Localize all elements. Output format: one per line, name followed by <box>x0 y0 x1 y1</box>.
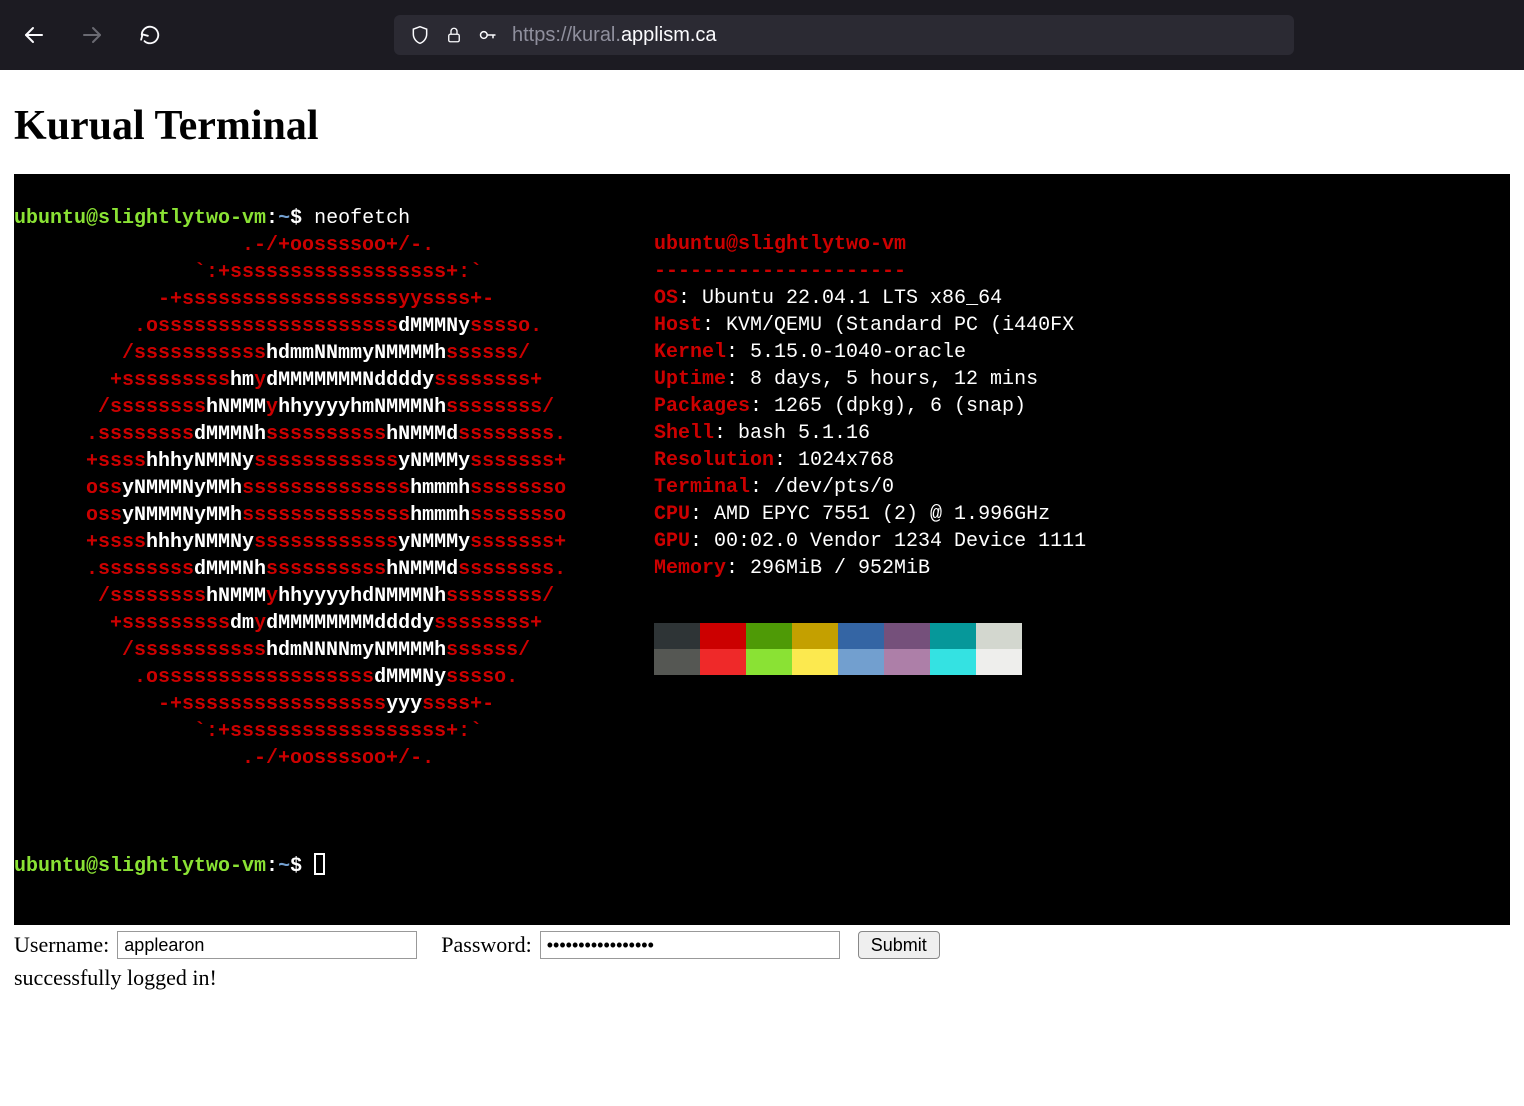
reload-button[interactable] <box>136 21 164 49</box>
info-line: Shell: bash 5.1.16 <box>654 420 1086 447</box>
username-input[interactable] <box>117 931 417 959</box>
color-swatch <box>976 623 1022 649</box>
swatch-column <box>884 623 930 675</box>
color-swatch <box>746 623 792 649</box>
browser-toolbar: https://kural.applism.ca <box>0 0 1524 70</box>
swatch-column <box>792 623 838 675</box>
info-line: Terminal: /dev/pts/0 <box>654 474 1086 501</box>
terminal-output: ubuntu@slightlytwo-vm:~$ neofetch .-/+oo… <box>14 174 1510 925</box>
reload-icon <box>139 24 161 46</box>
password-input[interactable] <box>540 931 840 959</box>
neofetch-info: ubuntu@slightlytwo-vm ------------------… <box>654 204 1086 702</box>
password-label: Password: <box>441 932 531 958</box>
forward-button[interactable] <box>78 21 106 49</box>
color-swatch <box>700 623 746 649</box>
info-line: Resolution: 1024x768 <box>654 447 1086 474</box>
login-status: successfully logged in! <box>14 963 1510 1001</box>
info-title: ubuntu@slightlytwo-vm <box>654 233 906 256</box>
color-swatch <box>884 649 930 675</box>
info-line: Packages: 1265 (dpkg), 6 (snap) <box>654 393 1086 420</box>
back-button[interactable] <box>20 21 48 49</box>
nav-buttons <box>20 21 164 49</box>
username-label: Username: <box>14 932 109 958</box>
swatch-column <box>746 623 792 675</box>
color-swatch <box>654 649 700 675</box>
cursor-icon <box>314 853 325 875</box>
prompt-symbol: $ <box>290 207 314 230</box>
url-text: https://kural.applism.ca <box>512 24 717 47</box>
swatch-column <box>654 623 700 675</box>
terminal-command: neofetch <box>314 207 410 230</box>
swatch-column <box>838 623 884 675</box>
prompt-path: ~ <box>278 207 290 230</box>
prompt-user-host-2: ubuntu@slightlytwo-vm <box>14 855 266 878</box>
info-line: Kernel: 5.15.0-1040-oracle <box>654 339 1086 366</box>
arrow-left-icon <box>22 23 46 47</box>
arrow-right-icon <box>80 23 104 47</box>
url-bar[interactable]: https://kural.applism.ca <box>394 15 1294 55</box>
color-swatch <box>930 623 976 649</box>
login-form: Username: Password: Submit <box>14 925 1510 963</box>
color-swatch <box>792 649 838 675</box>
prompt-user-host: ubuntu@slightlytwo-vm <box>14 207 266 230</box>
color-swatch <box>700 649 746 675</box>
color-swatch <box>884 623 930 649</box>
lock-icon[interactable] <box>444 25 464 45</box>
color-swatch <box>838 623 884 649</box>
logo-line: .-/+oossssoo+/-. <box>14 745 1510 772</box>
info-line: CPU: AMD EPYC 7551 (2) @ 1.996GHz <box>654 501 1086 528</box>
color-swatch <box>746 649 792 675</box>
info-line: Uptime: 8 days, 5 hours, 12 mins <box>654 366 1086 393</box>
color-swatch <box>792 623 838 649</box>
info-line: OS: Ubuntu 22.04.1 LTS x86_64 <box>654 285 1086 312</box>
color-swatch <box>930 649 976 675</box>
swatch-column <box>976 623 1022 675</box>
color-swatches <box>654 623 1086 675</box>
swatch-column <box>700 623 746 675</box>
color-swatch <box>654 623 700 649</box>
page-content: Kurual Terminal ubuntu@slightlytwo-vm:~$… <box>0 70 1524 1019</box>
color-swatch <box>976 649 1022 675</box>
prompt-colon: : <box>266 207 278 230</box>
info-line: Host: KVM/QEMU (Standard PC (i440FX <box>654 312 1086 339</box>
info-lines: OS: Ubuntu 22.04.1 LTS x86_64Host: KVM/Q… <box>654 285 1086 582</box>
info-rule: --------------------- <box>654 260 906 283</box>
submit-button[interactable]: Submit <box>858 931 940 959</box>
info-line: GPU: 00:02.0 Vendor 1234 Device 1111 <box>654 528 1086 555</box>
info-line: Memory: 296MiB / 952MiB <box>654 555 1086 582</box>
logo-line: `:+ssssssssssssssssss+:` <box>14 718 1510 745</box>
color-swatch <box>838 649 884 675</box>
swatch-column <box>930 623 976 675</box>
page-title: Kurual Terminal <box>14 102 1510 150</box>
shield-icon[interactable] <box>410 25 430 45</box>
key-icon[interactable] <box>478 25 498 45</box>
